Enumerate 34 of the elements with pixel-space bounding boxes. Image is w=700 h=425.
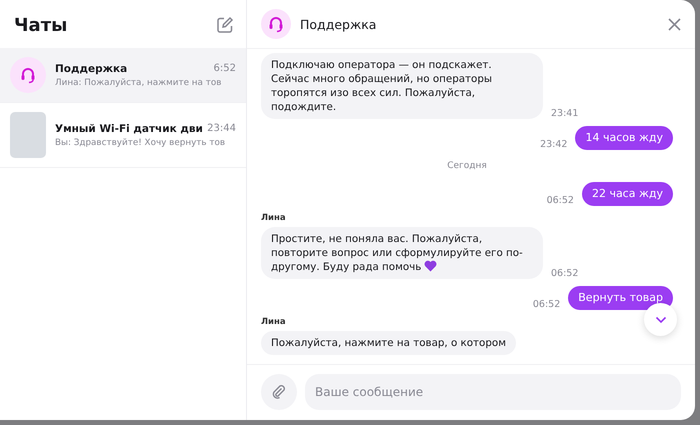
chat-title: Поддержка — [300, 16, 378, 32]
message-time: 23:41 — [551, 108, 578, 119]
chat-preview: Лина: Пожалуйста, нажмите на тов — [55, 78, 222, 88]
chat-name: Умный Wi-Fi датчик дви — [55, 122, 203, 134]
incoming-message: Пожалуйста, нажмите на товар, о котором — [261, 331, 516, 355]
message-time: 06:52 — [546, 195, 574, 206]
chat-list-item[interactable]: Поддержка 6:52 Лина: Пожалуйста, нажмите на тов — [0, 48, 246, 103]
incoming-message: Простите, не поняла вас. Пожалуйста, повторите вопрос или сформулируйте его по-другому. Буду рада помочь — [261, 227, 543, 279]
sidebar-title: Чаты — [14, 14, 68, 36]
message-time: 23:42 — [540, 139, 568, 150]
headset-icon — [20, 66, 36, 84]
chat-time: 6:52 — [214, 62, 236, 74]
incoming-message: Подключаю оператора — он подскажет. Сейчас много обращений, но операторы торопятся изо всех сил. Пожалуйста, подождите. — [261, 53, 543, 119]
chat-list-item[interactable]: Умный Wi-Fi датчик дви 23:44 Вы: Здравствуйте! Хочу вернуть тов — [0, 103, 246, 168]
product-photo-placeholder — [10, 112, 46, 158]
chevron-down-icon — [654, 316, 666, 324]
headset-icon — [268, 15, 284, 33]
outgoing-message: Вернуть товар — [568, 286, 673, 310]
chat-time: 23:44 — [207, 122, 236, 134]
message-time: 06:52 — [551, 268, 578, 279]
sender-name: Лина — [261, 317, 286, 327]
compose-icon[interactable] — [216, 16, 234, 34]
attach-button[interactable] — [261, 374, 297, 410]
outgoing-message: 14 часов жду — [575, 126, 673, 150]
message-input[interactable]: Ваше сообщение — [305, 374, 681, 410]
scroll-down-button[interactable] — [644, 303, 677, 336]
date-divider: Сегодня — [447, 161, 487, 171]
message-time: 06:52 — [532, 299, 560, 310]
chat-name: Поддержка — [55, 62, 128, 74]
paperclip-icon — [271, 384, 287, 400]
chat-preview: Вы: Здравствуйте! Хочу вернуть тов — [55, 138, 226, 148]
sender-name: Лина — [261, 213, 286, 223]
close-icon[interactable] — [668, 18, 681, 30]
outgoing-message: 22 часа жду — [582, 182, 673, 206]
